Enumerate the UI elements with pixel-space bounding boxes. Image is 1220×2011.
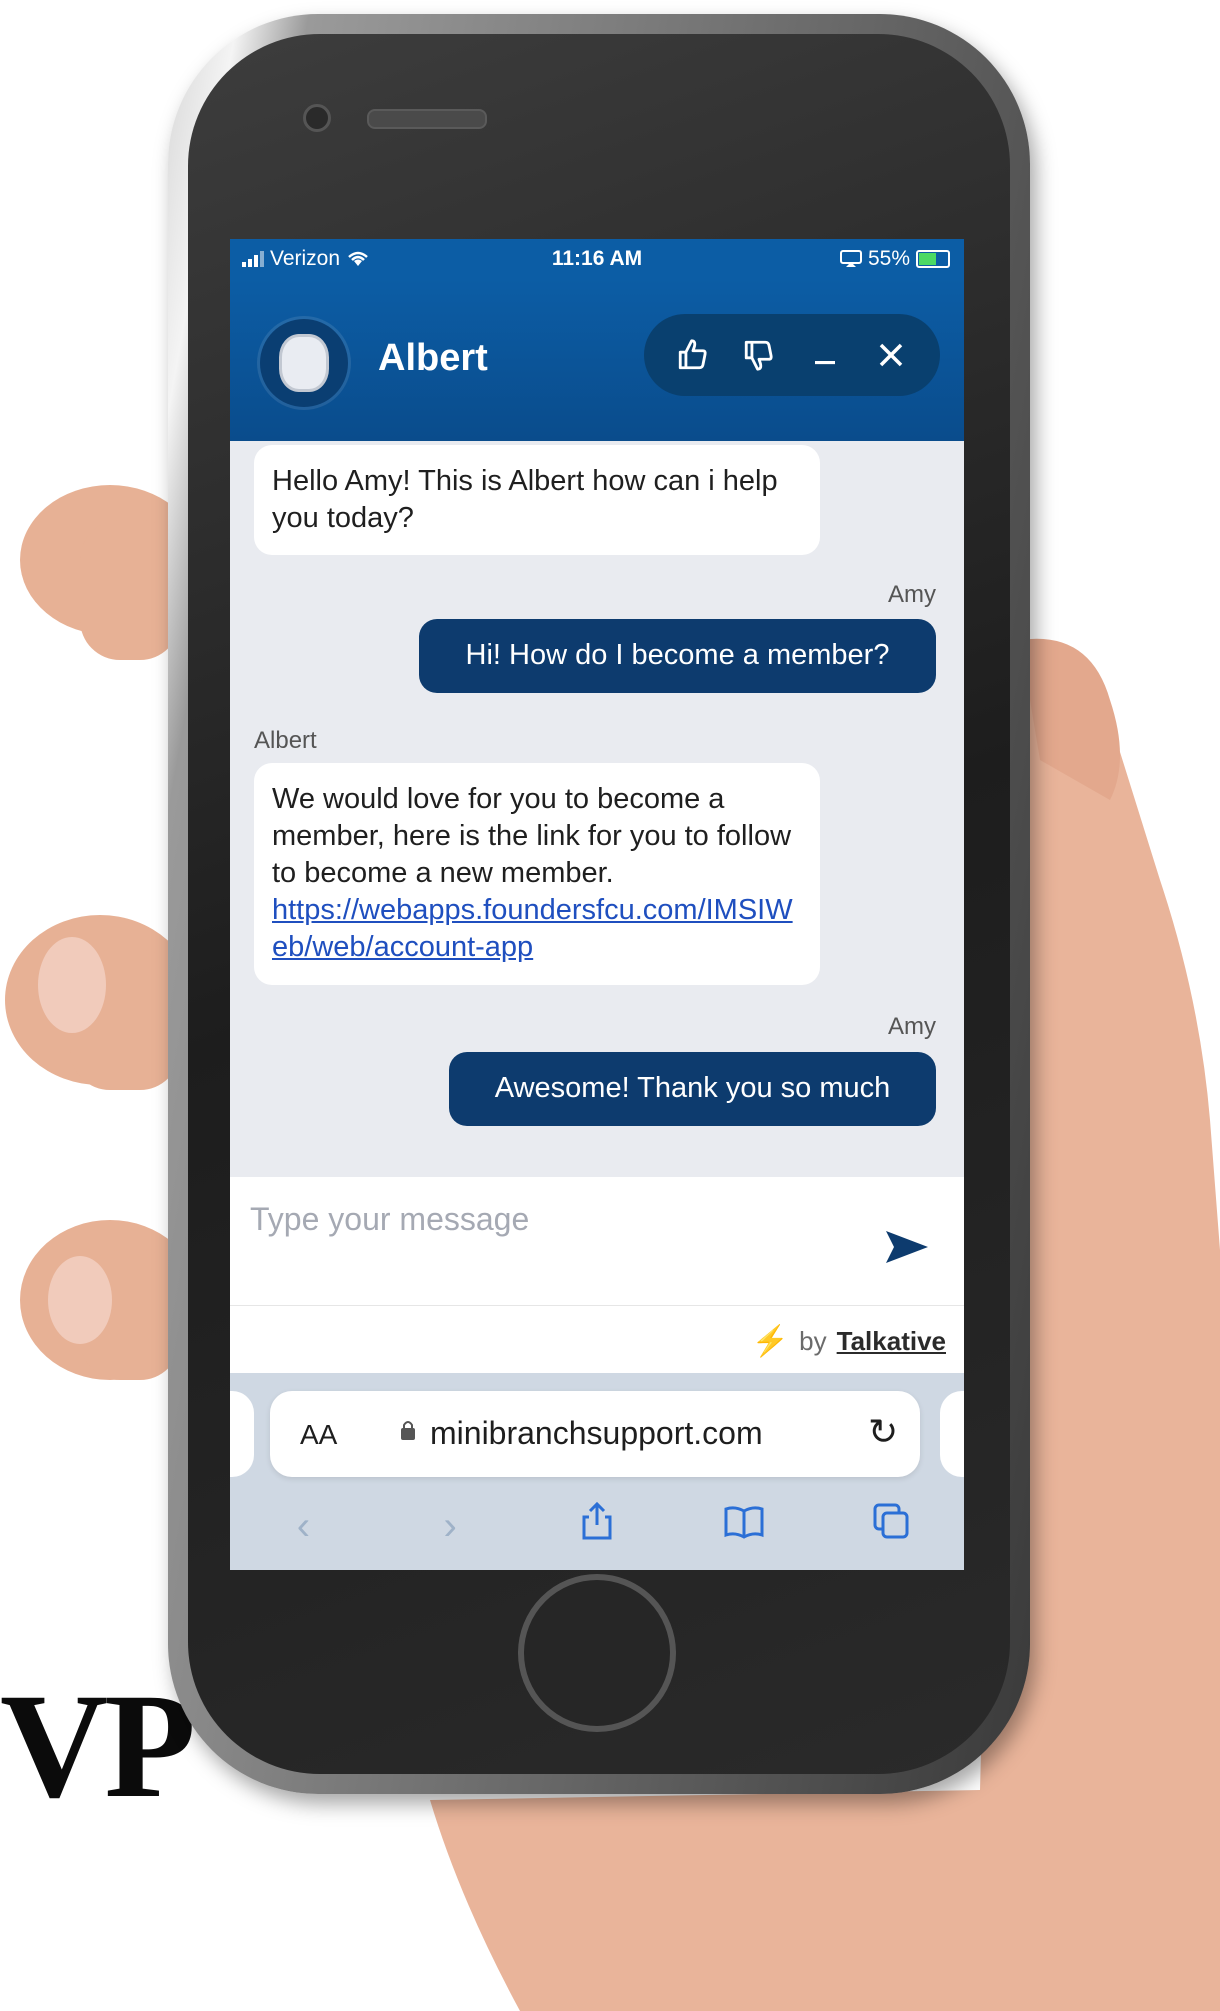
membership-link[interactable]: https://webapps.foundersfcu.com/IMSIWeb/… [272, 892, 802, 966]
forward-icon[interactable]: › [420, 1504, 480, 1549]
next-tab-stub[interactable] [940, 1391, 964, 1477]
message-sender: Albert [254, 727, 317, 754]
user-message: Awesome! Thank you so much [449, 1052, 936, 1126]
message-sender: Amy [888, 581, 936, 608]
talkative-link[interactable]: Talkative [837, 1326, 946, 1357]
browser-toolbar: AA minibranchsupport.com ↻ ‹ › [230, 1373, 964, 1570]
screen-mirroring-icon [839, 250, 862, 267]
send-icon[interactable] [884, 1227, 930, 1267]
thumbs-up-icon[interactable] [668, 330, 718, 380]
back-icon[interactable]: ‹ [273, 1504, 333, 1549]
tabs-icon[interactable] [861, 1502, 921, 1550]
minimize-icon[interactable] [800, 330, 850, 380]
battery-icon [916, 250, 950, 268]
message-sender: Amy [888, 1013, 936, 1040]
agent-avatar [260, 319, 348, 407]
agent-name: Albert [378, 337, 488, 379]
status-bar: Verizon 11:16 AM 55% [230, 239, 964, 279]
browser-nav: ‹ › [230, 1491, 964, 1561]
bookmarks-icon[interactable] [714, 1504, 774, 1549]
text-size-button[interactable]: AA [300, 1419, 337, 1451]
battery-percent: 55% [867, 247, 910, 270]
previous-tab-stub[interactable] [230, 1391, 254, 1477]
agent-message: We would love for you to become a member… [254, 763, 820, 985]
phone-screen: Verizon 11:16 AM 55% Albert Hello Amy! T… [230, 239, 964, 1570]
thumbs-down-icon[interactable] [734, 330, 784, 380]
powered-by: ⚡ by Talkative [230, 1305, 964, 1374]
lock-icon [401, 1421, 415, 1440]
home-button[interactable] [518, 1574, 676, 1732]
header-controls [644, 314, 940, 396]
reload-icon[interactable]: ↻ [868, 1411, 898, 1453]
message-input[interactable]: Type your message [230, 1177, 964, 1305]
powered-by-prefix: by [799, 1326, 827, 1356]
close-icon[interactable] [866, 330, 916, 380]
message-list[interactable]: Hello Amy! This is Albert how can i help… [230, 441, 964, 1177]
earpiece-speaker [367, 109, 487, 129]
lightning-icon: ⚡ [751, 1325, 790, 1358]
message-input-placeholder: Type your message [250, 1201, 530, 1237]
user-message: Hi! How do I become a member? [419, 619, 936, 693]
agent-message: Hello Amy! This is Albert how can i help… [254, 445, 820, 555]
address-bar[interactable]: AA minibranchsupport.com ↻ [270, 1391, 920, 1477]
front-camera [303, 104, 331, 132]
share-icon[interactable] [567, 1501, 627, 1551]
url-text: minibranchsupport.com [430, 1415, 763, 1451]
chat-header: Albert [230, 279, 964, 441]
